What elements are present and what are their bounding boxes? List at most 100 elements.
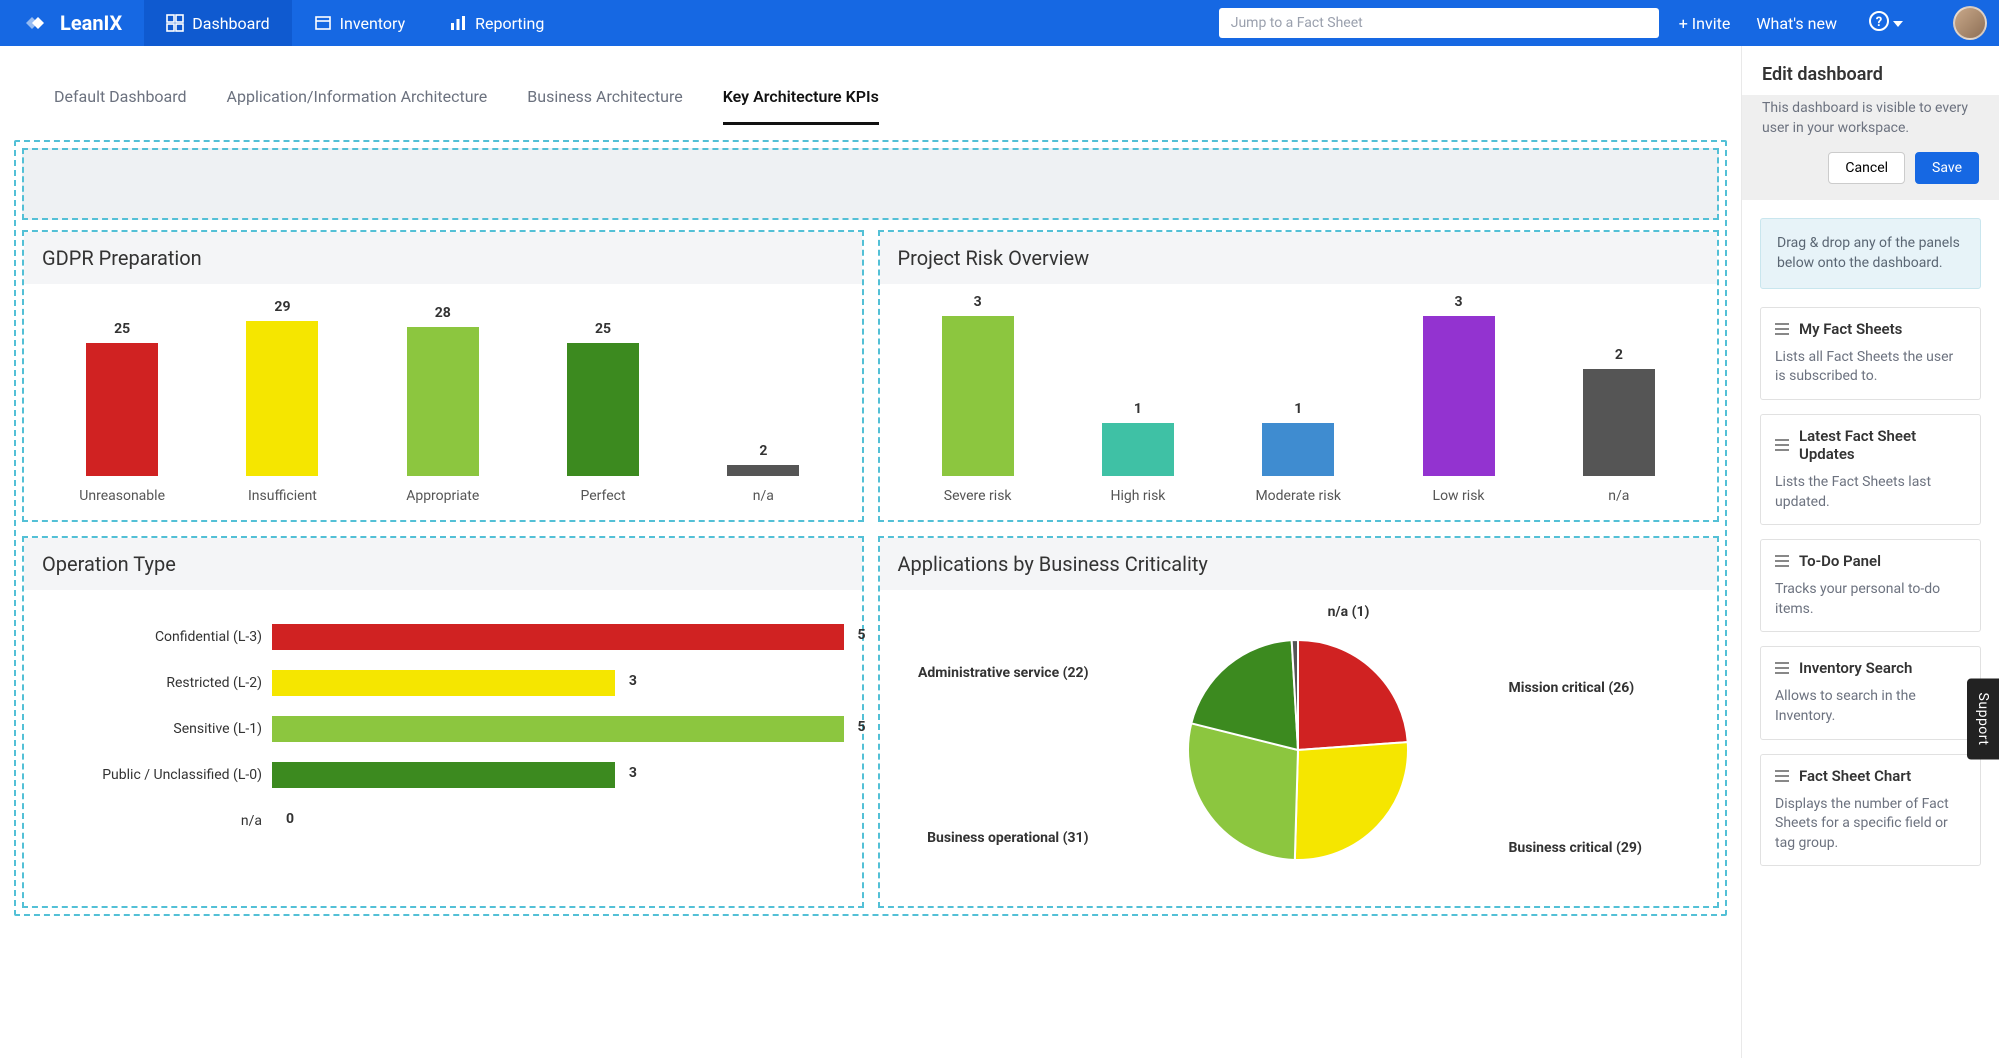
grip-icon [1775,323,1789,335]
panel-title: Operation Type [24,538,862,590]
cancel-button[interactable]: Cancel [1828,152,1905,184]
bar-label: Insufficient [248,488,317,504]
brand-name: LeanIX [60,11,122,35]
pie-svg [1178,630,1418,870]
bar-label: Unreasonable [79,488,165,504]
panel-item-title: To-Do Panel [1799,552,1881,570]
brand-mark-icon [22,9,50,37]
pie-label: Mission critical (26) [1509,680,1635,696]
bar [727,465,799,476]
panel-item-desc: Allows to search in the Inventory. [1775,687,1966,726]
bar [86,343,158,476]
nav-reporting[interactable]: Reporting [427,0,566,46]
panel-library-item[interactable]: My Fact SheetsLists all Fact Sheets the … [1760,307,1981,400]
bar-column: 3Severe risk [898,294,1058,504]
nav-items: Dashboard Inventory Reporting [144,0,566,46]
bar-column: 25 Unreasonable [42,321,202,504]
panel-gdpr[interactable]: GDPR Preparation 25Unreasonable29Insuffi… [22,230,864,522]
nav-dashboard[interactable]: Dashboard [144,0,291,46]
pie-label: Business operational (31) [927,830,1088,846]
bar [246,321,318,476]
bar-column: 29Insufficient [202,299,362,504]
bar-chart: 3Severe risk1High risk1Moderate risk3Low… [898,304,1700,504]
panel-optype[interactable]: Operation Type Confidential (L-3)5Restri… [22,536,864,908]
dashboard-tab[interactable]: Key Architecture KPIs [723,87,879,125]
pie-label: Administrative service (22) [918,665,1088,681]
hbar-value: 0 [286,811,294,827]
hbar-track: 5 [272,624,844,650]
dashboard-tab[interactable]: Default Dashboard [54,87,187,125]
invite-link[interactable]: + Invite [1679,14,1731,33]
nav-label: Inventory [340,14,406,33]
hbar-value: 3 [629,765,637,781]
hbar-value: 3 [629,673,637,689]
hbar-row: Restricted (L-2) 3 [42,660,844,706]
edit-panel-title: Edit dashboard [1742,46,1999,95]
top-nav: LeanIX Dashboard Inventory Reporting + Inv… [0,0,1999,46]
dashboard-tabs: Default Dashboard Application/Information… [14,64,1727,126]
bar-label: n/a [753,488,774,504]
panel-risk[interactable]: Project Risk Overview 3Severe risk 1 High … [878,230,1720,522]
bar-column: 25 Perfect [523,321,683,504]
hbar [272,762,615,788]
hbar-track: 5 [272,716,844,742]
panel-title: Applications by Business Criticality [880,538,1718,590]
search-input[interactable] [1219,8,1659,38]
bar [942,316,1014,476]
edit-visibility-note: This dashboard is visible to every user … [1762,95,1979,138]
bar-label: Perfect [581,488,626,504]
hbar-track: 0 [272,808,844,834]
bar [1583,369,1655,476]
support-tab[interactable]: Support [1967,679,1999,760]
right-links: + Invite What's new ? [1679,6,1987,40]
bar [407,327,479,476]
hbar [272,624,844,650]
bar-label: Moderate risk [1255,488,1341,504]
edit-dashboard-panel: Edit dashboard This dashboard is visible… [1741,46,1999,1058]
dashboard-tab[interactable]: Application/Information Architecture [227,87,488,125]
empty-drop-slot[interactable] [22,148,1719,220]
hbar-label: n/a [42,813,272,829]
bar-label: High risk [1110,488,1165,504]
pie-slice [1298,640,1408,750]
panel-library-item[interactable]: Latest Fact Sheet UpdatesLists the Fact … [1760,414,1981,525]
bar-value: 28 [435,305,451,321]
whats-new-link[interactable]: What's new [1756,14,1837,33]
hbar [272,716,844,742]
panel-item-title: Fact Sheet Chart [1799,767,1911,785]
bar-label: n/a [1608,488,1629,504]
pie-slice [1295,742,1408,860]
bar [1102,423,1174,476]
grip-icon [1775,439,1789,451]
panel-item-title: My Fact Sheets [1799,320,1902,338]
pie-chart: Mission critical (26)Business critical (… [898,610,1700,890]
nav-inventory[interactable]: Inventory [292,0,428,46]
brand-logo[interactable]: LeanIX [0,9,144,37]
avatar[interactable] [1953,6,1987,40]
bar-label: Appropriate [406,488,479,504]
reporting-icon [449,14,467,32]
nav-label: Dashboard [192,14,269,33]
save-button[interactable]: Save [1915,152,1979,184]
panel-library-item[interactable]: Inventory SearchAllows to search in the … [1760,646,1981,739]
dashboard-tab[interactable]: Business Architecture [527,87,682,125]
nav-label: Reporting [475,14,544,33]
bar-value: 25 [114,321,130,337]
pie-label: n/a (1) [1328,604,1370,620]
bar-label: Severe risk [944,488,1012,504]
panel-library-item[interactable]: Fact Sheet ChartDisplays the number of F… [1760,754,1981,867]
dashboard-dropzone[interactable]: GDPR Preparation 25Unreasonable29Insuffi… [14,140,1727,916]
bar-value: 1 [1294,401,1302,417]
bar-column: 28 Appropriate [363,305,523,504]
help-menu[interactable]: ? [1863,11,1909,35]
panel-library-item[interactable]: To-Do PanelTracks your personal to-do it… [1760,539,1981,632]
bar [1423,316,1495,476]
hbar-row: Public / Unclassified (L-0) 3 [42,752,844,798]
panel-title: Project Risk Overview [880,232,1718,284]
panel-criticality[interactable]: Applications by Business Criticality Mis… [878,536,1720,908]
hbar-label: Public / Unclassified (L-0) [42,767,272,783]
bar-column: 2n/a [1539,347,1699,504]
bar-label: Low risk [1433,488,1485,504]
bar-value: 25 [595,321,611,337]
hbar-label: Restricted (L-2) [42,675,272,691]
